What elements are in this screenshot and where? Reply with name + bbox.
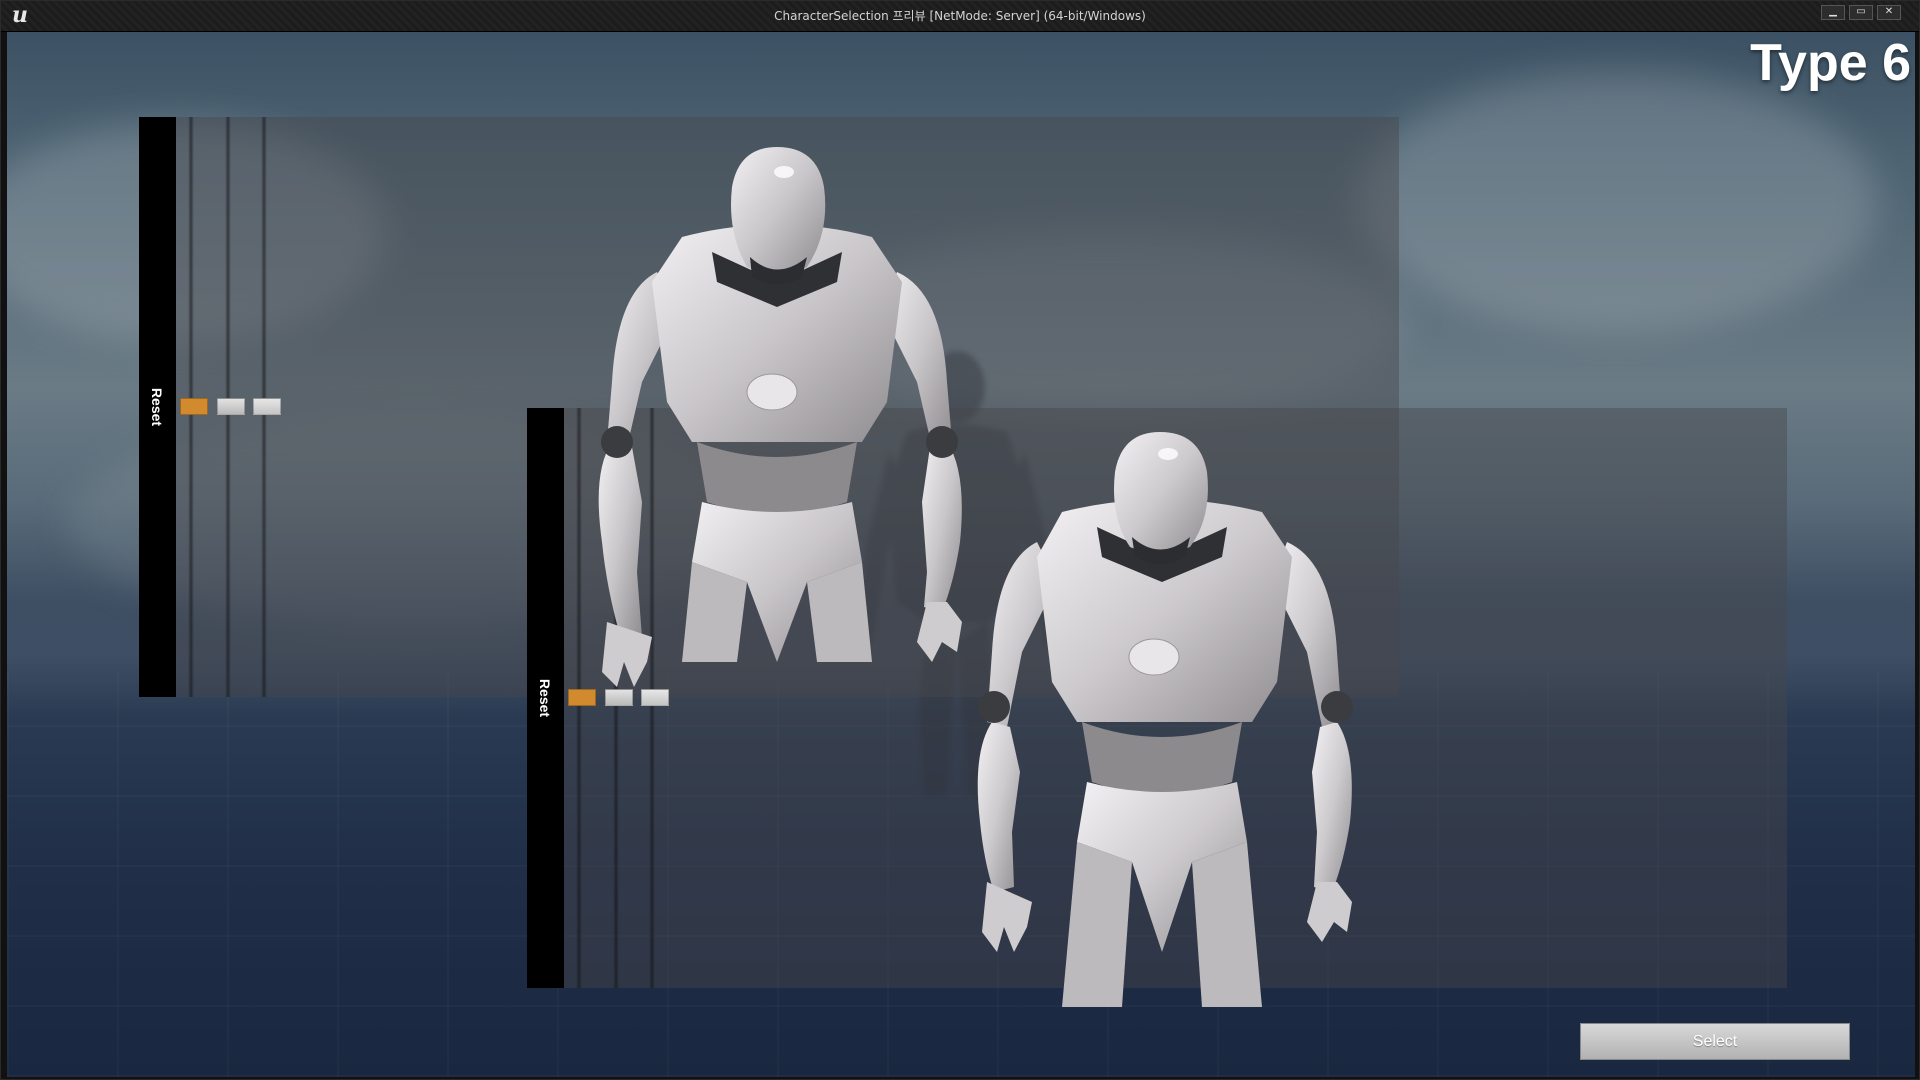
window-title: CharacterSelection 프리뷰 [NetMode: Server]… [774,9,1146,23]
window-controls: ▁ ▭ ✕ [1821,5,1901,20]
game-window: u CharacterSelection 프리뷰 [NetMode: Serve… [0,0,1920,1080]
reset-button[interactable]: Reset [537,679,553,717]
character-model-2[interactable] [942,432,1402,1012]
close-button[interactable]: ✕ [1877,5,1901,20]
minimize-button[interactable]: ▁ [1821,5,1845,20]
reset-button[interactable]: Reset [149,388,165,426]
panel-side-strip: Reset [139,117,176,697]
color-swatch-silver[interactable] [217,398,245,415]
title-bar[interactable]: u CharacterSelection 프리뷰 [NetMode: Serve… [1,1,1919,32]
color-swatch-white[interactable] [253,398,281,415]
panel-side-strip: Reset [527,408,564,988]
select-button[interactable]: Select [1580,1023,1850,1060]
color-swatch-orange[interactable] [180,398,208,415]
sky-cloud [1357,72,1877,332]
game-viewport[interactable]: Reset Reset Type 6 Select [7,32,1915,1077]
maximize-button[interactable]: ▭ [1849,5,1873,20]
character-type-title: Type 6 [1750,34,1911,92]
